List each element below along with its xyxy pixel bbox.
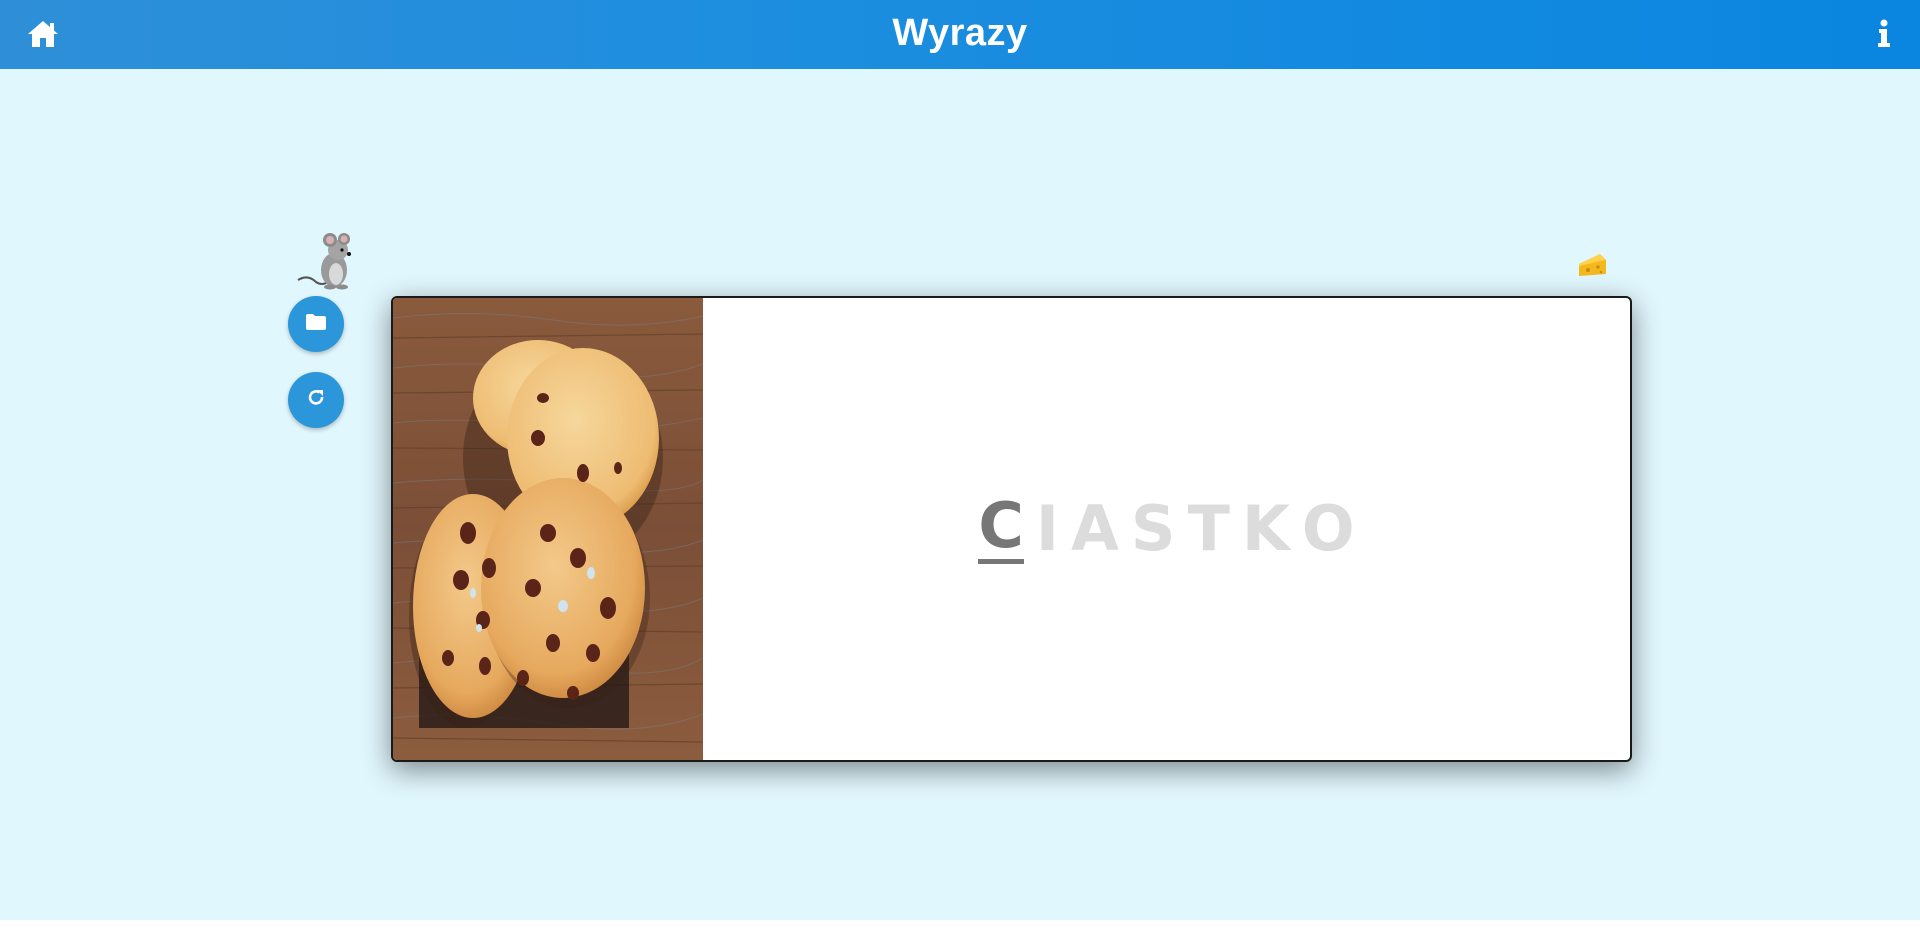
word-letter[interactable]: T	[1188, 498, 1230, 560]
word-letter[interactable]: S	[1131, 498, 1176, 560]
refresh-icon	[306, 388, 326, 413]
word-display: C I A S T K O	[703, 298, 1630, 760]
info-icon[interactable]	[1872, 18, 1896, 50]
top-bar: Wyrazy	[0, 0, 1920, 69]
page-title: Wyrazy	[892, 12, 1028, 54]
word-letter[interactable]: I	[1036, 498, 1059, 560]
cheese-icon	[1576, 250, 1608, 280]
refresh-button[interactable]	[288, 372, 344, 428]
folder-icon	[305, 313, 327, 336]
folder-button[interactable]	[288, 296, 344, 352]
word-letter[interactable]: A	[1071, 498, 1119, 560]
mouse-icon	[294, 230, 364, 290]
word-letter[interactable]: K	[1242, 498, 1290, 560]
word-letter[interactable]: C	[978, 494, 1024, 564]
word-card: C I A S T K O	[391, 296, 1632, 762]
word-letter[interactable]: O	[1302, 498, 1355, 560]
cookies-image	[393, 298, 704, 760]
